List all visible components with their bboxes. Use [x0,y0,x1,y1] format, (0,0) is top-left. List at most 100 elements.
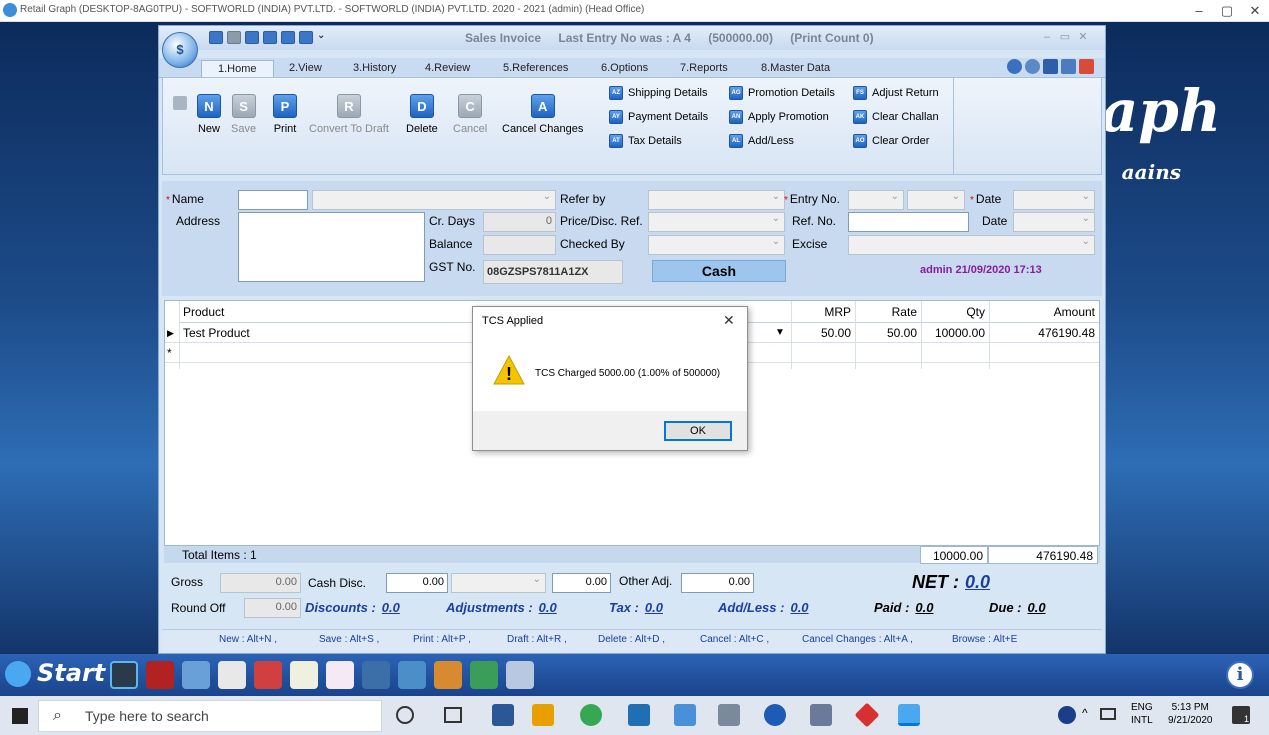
column-header-qty[interactable]: Qty [921,301,989,323]
cell-mrp[interactable]: 50.00 [791,323,855,343]
column-header-mrp[interactable]: MRP [791,301,855,323]
save-button[interactable]: S Save [231,94,256,135]
taskbar-app5-icon[interactable] [674,704,696,726]
name-code-input[interactable] [238,190,308,210]
cell-rate[interactable]: 50.00 [855,323,921,343]
add-less-button[interactable]: AL Add/Less [729,133,794,151]
taskbar-retail-graph-icon[interactable] [898,704,920,726]
app-icon-2[interactable] [146,661,174,689]
taskbar-app9-icon[interactable] [854,702,880,728]
taskbar-app6-icon[interactable] [718,704,740,726]
ok-button[interactable]: OK [664,421,732,441]
tab-history[interactable]: 3.History [345,60,404,78]
notification-center-icon[interactable]: 1 [1232,706,1250,724]
cr-days-input[interactable]: 0 [483,212,556,232]
taskbar-chrome-icon[interactable] [580,704,602,726]
app-icon-6[interactable] [290,661,318,689]
entry-number-dropdown[interactable] [907,190,965,210]
qat-save-icon[interactable] [227,31,241,44]
payment-details-button[interactable]: AY Payment Details [609,109,708,127]
task-view-icon[interactable] [444,707,462,723]
taskbar-chat-icon[interactable] [628,704,650,726]
window-close-button[interactable]: ✕ [1075,29,1091,45]
ref-no-input[interactable] [848,212,969,232]
help-icon[interactable] [1007,59,1022,74]
taskbar-search-box[interactable]: ⌕ Type here to search [38,700,382,732]
lock-icon[interactable] [173,96,187,110]
qat-delete-icon[interactable] [263,31,277,44]
cell-qty[interactable]: 10000.00 [921,323,989,343]
apply-promotion-button[interactable]: AN Apply Promotion [729,109,829,127]
promotion-details-button[interactable]: AG Promotion Details [729,85,835,103]
app-icon-1[interactable] [110,661,138,689]
cash-disc-input[interactable]: 0.00 [386,573,448,593]
taskbar-explorer-icon[interactable] [532,704,554,726]
taskbar-app7-icon[interactable] [764,704,786,726]
taskbar-app8-icon[interactable] [810,704,832,726]
delete-button[interactable]: D Delete [406,94,438,135]
qat-first-icon[interactable] [281,31,295,44]
qat-last-icon[interactable] [299,31,313,44]
qat-print-icon[interactable] [245,31,259,44]
ref-date-picker[interactable] [1013,212,1095,232]
qat-customize-dropdown[interactable]: ⌄ [317,30,325,41]
app-icon-3[interactable] [182,661,210,689]
exit-icon[interactable] [1079,59,1094,74]
app-icon-8[interactable] [362,661,390,689]
clear-challan-button[interactable]: AK Clear Challan [853,109,939,127]
language-indicator[interactable]: ENG INTL [1131,701,1153,727]
info-icon[interactable]: i [1226,661,1254,689]
new-button[interactable]: N New [197,94,221,135]
refer-by-dropdown[interactable] [648,190,785,210]
tab-review[interactable]: 4.Review [417,60,478,78]
qat-new-icon[interactable] [209,31,223,44]
app-icon-9[interactable] [398,661,426,689]
tab-view[interactable]: 2.View [281,60,330,78]
refresh-icon[interactable] [1025,59,1040,74]
calculator-icon[interactable] [1043,59,1058,74]
application-orb-button[interactable]: $ [162,32,198,68]
shipping-details-button[interactable]: AZ Shipping Details [609,85,708,103]
other-adj-input[interactable]: 0.00 [681,573,754,593]
cortana-icon[interactable] [396,706,414,724]
window-minimize-button[interactable]: – [1039,29,1055,45]
window-restore-button[interactable]: ▭ [1057,29,1073,45]
print-button[interactable]: P Print [273,94,297,135]
taskbar-word-icon[interactable] [492,704,514,726]
outer-minimize-button[interactable]: – [1184,2,1214,20]
adjust-return-button[interactable]: FS Adjust Return [853,85,939,103]
tab-home[interactable]: 1.Home [201,60,274,78]
app-icon-4[interactable] [218,661,246,689]
dialog-close-button[interactable]: ✕ [723,312,735,329]
app-icon-7[interactable] [326,661,354,689]
app-start-button[interactable]: Start [5,659,105,691]
convert-to-draft-button[interactable]: R Convert To Draft [309,94,389,135]
product-dropdown-arrow-icon[interactable]: ▼ [775,327,785,338]
cash-disc-percent-input[interactable]: 0.00 [552,573,611,593]
outer-close-button[interactable]: ✕ [1240,2,1269,20]
app-icon-11[interactable] [470,661,498,689]
windows-start-icon[interactable] [12,708,28,724]
notes-icon[interactable] [1061,59,1076,74]
tab-references[interactable]: 5.References [495,60,576,78]
cell-amount[interactable]: 476190.48 [989,323,1099,343]
excise-dropdown[interactable] [848,235,1095,255]
app-icon-5[interactable] [254,661,282,689]
network-icon[interactable] [1100,708,1116,720]
cancel-button[interactable]: C Cancel [453,94,487,135]
help-tray-icon[interactable] [1058,706,1076,724]
column-header-rate[interactable]: Rate [855,301,921,323]
payment-mode-cash[interactable]: Cash [652,260,786,282]
clock[interactable]: 5:13 PM 9/21/2020 [1168,701,1213,727]
price-disc-dropdown[interactable] [648,212,785,232]
tab-reports[interactable]: 7.Reports [672,60,736,78]
tray-chevron-icon[interactable]: ^ [1082,706,1088,720]
tab-master-data[interactable]: 8.Master Data [753,60,838,78]
outer-maximize-button[interactable]: ▢ [1212,2,1242,20]
cash-disc-type-dropdown[interactable] [451,573,546,593]
cancel-changes-button[interactable]: A Cancel Changes [502,94,583,135]
tab-options[interactable]: 6.Options [593,60,656,78]
date-picker[interactable] [1013,190,1095,210]
clear-order-button[interactable]: AO Clear Order [853,133,929,151]
address-textarea[interactable] [238,212,425,282]
